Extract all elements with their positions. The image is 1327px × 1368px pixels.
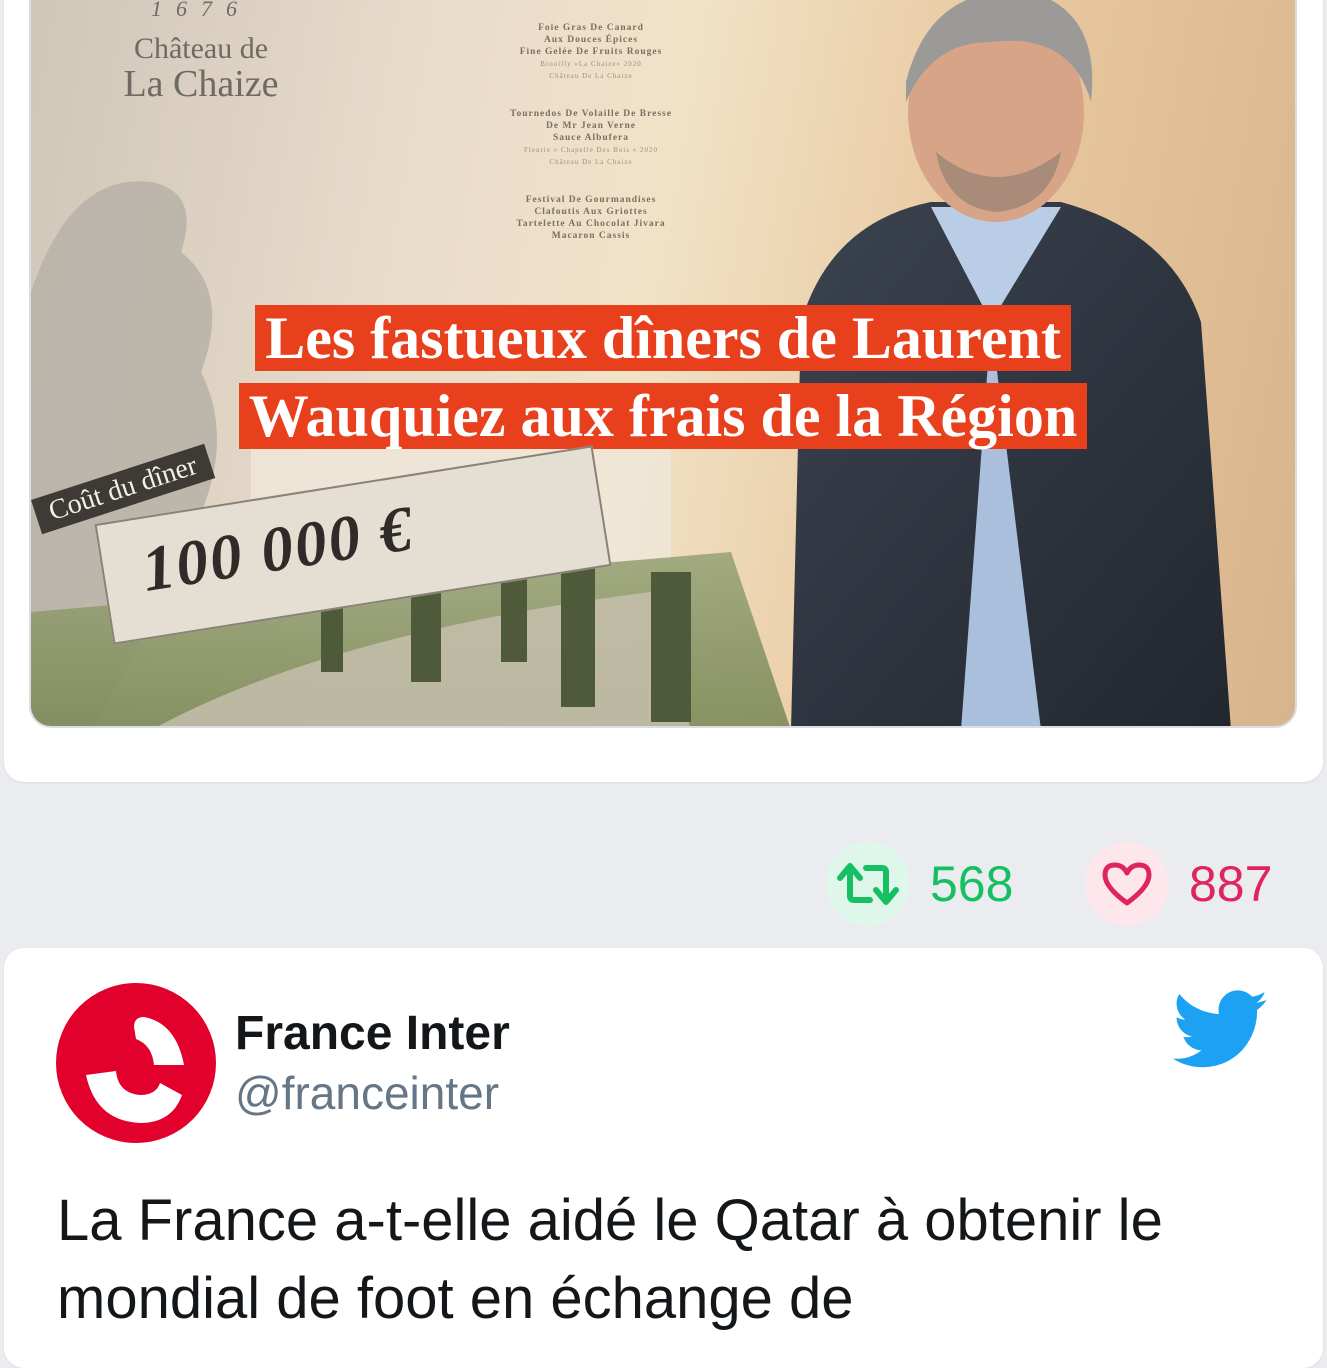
- menu-line: Sauce Albufera: [552, 133, 629, 143]
- menu-line: Château De La Chaize: [549, 72, 633, 80]
- menu-line: Fine Gelée De Fruits Rouges: [519, 47, 663, 57]
- menu-spacer: [441, 168, 741, 194]
- menu-spacer: [441, 82, 741, 108]
- menu-line: Macaron Cassis: [551, 231, 631, 241]
- headline-text-2: Wauquiez aux frais de la Région: [238, 383, 1088, 449]
- headline-line-2: Wauquiez aux frais de la Région: [31, 383, 1295, 449]
- tweet-text: La France a-t-elle aidé le Qatar à obten…: [57, 1188, 1163, 1331]
- avatar[interactable]: [56, 983, 216, 1143]
- menu-line: Brouilly «La Chaize» 2020: [540, 60, 642, 68]
- headline-text-1: Les fastueux dîners de Laurent: [255, 305, 1071, 371]
- author-name[interactable]: France Inter: [235, 1006, 510, 1061]
- retweet-icon[interactable]: [826, 842, 910, 926]
- chateau-name-line1: Château de: [133, 32, 269, 65]
- retweet-count: 568: [930, 856, 1014, 912]
- menu-line: Foie Gras De Canard: [538, 23, 644, 33]
- tweet-media-image[interactable]: 1676 Château de La Chaize Foie Gras De C…: [29, 0, 1297, 728]
- dinner-menu: Foie Gras De Canard Aux Douces Épices Fine…: [441, 22, 741, 242]
- headline-line-1: Les fastueux dîners de Laurent: [31, 305, 1295, 371]
- retweet-action[interactable]: 568: [826, 842, 1013, 926]
- heart-icon[interactable]: [1085, 842, 1169, 926]
- menu-line: Festival De Gourmandises: [525, 195, 657, 205]
- menu-line: Clafoutis Aux Griottes: [534, 207, 648, 217]
- author-handle[interactable]: @franceinter: [235, 1066, 499, 1120]
- france-inter-logo-icon: [86, 1017, 184, 1123]
- chateau-name-line2: La Chaize: [123, 63, 279, 105]
- like-count: 887: [1189, 856, 1273, 912]
- menu-line: Fleurie « Chapelle Des Bois » 2020: [524, 146, 658, 154]
- chateau-logo: 1676 Château de La Chaize: [71, 0, 331, 106]
- twitter-bird-icon[interactable]: [1172, 990, 1270, 1075]
- menu-line: Tournedos De Volaille De Bresse: [510, 109, 672, 119]
- menu-line: Château De La Chaize: [549, 158, 633, 166]
- like-action[interactable]: 887: [1085, 842, 1272, 926]
- menu-line: De Mr Jean Verne: [546, 121, 636, 131]
- chateau-year: 1676: [151, 0, 251, 21]
- menu-line: Tartelette Au Chocolat Jivara: [516, 219, 666, 229]
- menu-line: Aux Douces Épices: [543, 35, 639, 45]
